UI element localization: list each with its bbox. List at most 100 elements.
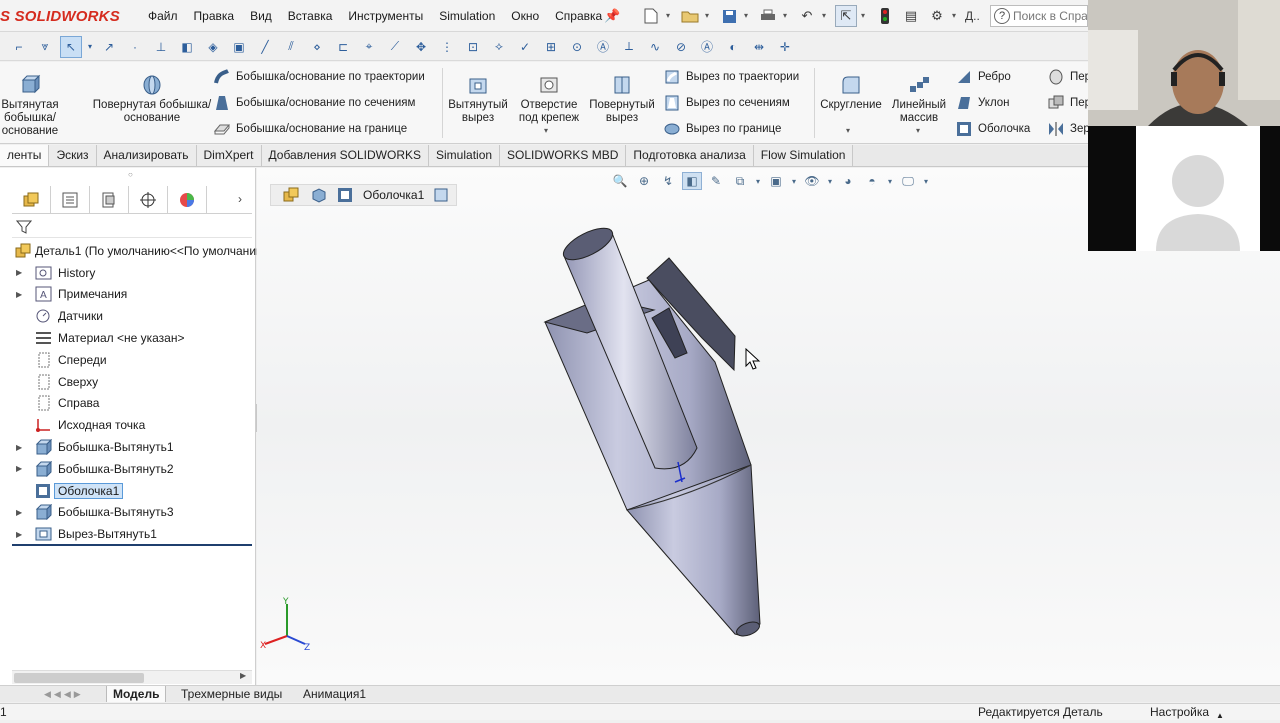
previous-view-icon[interactable]: ↯ — [658, 172, 678, 190]
chevron-down-icon[interactable]: ▾ — [922, 172, 930, 190]
line-icon[interactable]: ╱ — [254, 36, 276, 58]
pin-icon[interactable]: 📌 — [604, 8, 620, 24]
tab-flow-simulation[interactable]: Flow Simulation — [753, 145, 854, 166]
view-settings-icon[interactable]: 🖵 — [898, 172, 918, 190]
extend-icon[interactable]: ⟋ — [384, 36, 406, 58]
extrude-boss-button[interactable]: Вытянутая бобышка/основание — [0, 74, 70, 138]
point-icon[interactable]: · — [124, 36, 146, 58]
sketch-text-icon[interactable]: ⟂ — [618, 36, 640, 58]
chevron-down-icon[interactable]: ▾ — [861, 5, 870, 27]
axis-icon[interactable]: ⊥ — [150, 36, 172, 58]
linear-pattern-button[interactable]: Линейный массив — [888, 74, 950, 125]
breadcrumb-feature[interactable]: Оболочка1 — [363, 188, 424, 202]
extrude-cut-button[interactable]: Вытянутый вырез — [446, 74, 510, 125]
construction-icon[interactable]: ⋄ — [306, 36, 328, 58]
zoom-to-area-icon[interactable]: ⊕ — [634, 172, 654, 190]
tab-model[interactable]: Модель — [106, 686, 167, 702]
tree-item-top-plane[interactable]: Сверху — [0, 371, 256, 393]
intersect-button[interactable]: Пер — [1048, 95, 1091, 111]
tab-simulation[interactable]: Simulation — [429, 145, 501, 166]
chevron-down-icon[interactable]: ▾ — [754, 172, 762, 190]
offset-icon[interactable]: ⊏ — [332, 36, 354, 58]
tree-item-boss-extrude3[interactable]: ▶ Бобышка-Вытянуть3 — [0, 502, 256, 524]
status-customize[interactable]: Настройка — [1150, 705, 1209, 720]
mirror-entities-icon[interactable]: ⫽ — [280, 36, 302, 58]
panel-grip-icon[interactable]: ○ — [128, 170, 133, 179]
dynamic-annotation-icon[interactable]: ✎ — [706, 172, 726, 190]
chevron-right-icon[interactable]: ▶ — [16, 268, 24, 277]
filter-icon[interactable]: ⩔ — [34, 36, 56, 58]
menu-file[interactable]: Файл — [140, 8, 186, 24]
tree-item-shell1[interactable]: Оболочка1 — [0, 480, 256, 502]
tab-sketch[interactable]: Эскиз — [49, 145, 97, 166]
zoom-to-fit-icon[interactable]: 🔍 — [610, 172, 630, 190]
undo-icon[interactable]: ↶ — [796, 5, 818, 27]
chevron-down-icon[interactable]: ▾ — [783, 5, 792, 27]
menu-simulation[interactable]: Simulation — [431, 8, 503, 24]
face-icon[interactable] — [434, 188, 448, 202]
sweep-cut-button[interactable]: Вырез по траектории — [664, 69, 799, 85]
chevron-right-icon[interactable]: › — [238, 192, 242, 206]
part-icon[interactable] — [283, 187, 301, 203]
more-label[interactable]: Д.. — [965, 5, 980, 27]
draft-button[interactable]: Уклон — [956, 95, 1010, 111]
options-gear-icon[interactable]: ⚙ — [926, 5, 948, 27]
fillet-button[interactable]: Скругление — [818, 74, 884, 112]
view-orientation-icon[interactable]: ⧉ — [730, 172, 750, 190]
tree-filter[interactable] — [12, 216, 252, 238]
tab-navigation-arrows[interactable]: ◀◀◀▶ — [38, 686, 100, 702]
copy-entity-icon[interactable]: ✛ — [774, 36, 796, 58]
tree-item-sensors[interactable]: Датчики — [0, 305, 256, 327]
tree-item-boss-extrude2[interactable]: ▶ Бобышка-Вытянуть2 — [0, 458, 256, 480]
smart-dimension-icon[interactable]: ⌐ — [8, 36, 30, 58]
trim-icon[interactable]: ⌖ — [358, 36, 380, 58]
chevron-right-icon[interactable]: ▶ — [16, 464, 24, 473]
body-icon[interactable] — [311, 187, 327, 203]
tree-item-origin[interactable]: Исходная точка — [0, 414, 256, 436]
chevron-down-icon[interactable]: ▾ — [86, 36, 94, 58]
tab-features[interactable]: ленты — [0, 145, 50, 166]
wrap-button[interactable]: Пер — [1048, 69, 1091, 85]
apply-scene-icon[interactable]: ◓ — [862, 172, 882, 190]
tab-dimxpert[interactable]: DimXpert — [196, 145, 262, 166]
dimxpert-manager-tab[interactable] — [129, 186, 168, 214]
hole-wizard-button[interactable]: Отверстие под крепеж — [513, 74, 585, 125]
render-icon[interactable]: Ⓐ — [696, 36, 718, 58]
menu-view[interactable]: Вид — [242, 8, 280, 24]
rib-button[interactable]: Ребро — [956, 69, 1011, 85]
check-icon[interactable]: ✓ — [514, 36, 536, 58]
chevron-down-icon[interactable]: ▾ — [544, 126, 548, 135]
cube-icon[interactable]: ▣ — [228, 36, 250, 58]
move-entity-icon[interactable]: ⇹ — [748, 36, 770, 58]
repair-icon[interactable]: ⟡ — [488, 36, 510, 58]
menu-tools[interactable]: Инструменты — [340, 8, 431, 24]
file-properties-icon[interactable]: ▤ — [900, 5, 922, 27]
chevron-down-icon[interactable]: ▾ — [666, 5, 675, 27]
spline-icon[interactable]: ∿ — [644, 36, 666, 58]
tab-evaluate[interactable]: Анализировать — [96, 145, 197, 166]
annotation-icon[interactable]: Ⓐ — [592, 36, 614, 58]
new-document-icon[interactable] — [640, 5, 662, 27]
hide-show-items-icon[interactable]: 👁 — [802, 172, 822, 190]
edit-appearance-icon[interactable]: ◕ — [838, 172, 858, 190]
relation-icon[interactable]: ⊡ — [462, 36, 484, 58]
revolve-boss-button[interactable]: Повернутая бобышка/основание — [92, 74, 212, 125]
menu-window[interactable]: Окно — [503, 8, 547, 24]
tree-item-history[interactable]: ▶ History — [0, 262, 256, 284]
tab-analysis-prep[interactable]: Подготовка анализа — [626, 145, 754, 166]
zoom-icon[interactable]: ⊙ — [566, 36, 588, 58]
chevron-down-icon[interactable]: ▾ — [744, 5, 753, 27]
chevron-down-icon[interactable]: ▾ — [705, 5, 714, 27]
tab-mbd[interactable]: SOLIDWORKS MBD — [500, 145, 627, 166]
open-folder-icon[interactable] — [679, 5, 701, 27]
tree-item-cut-extrude1[interactable]: ▶ Вырез-Вытянуть1 — [0, 523, 256, 545]
chevron-up-icon[interactable]: ▲ — [1216, 708, 1224, 723]
chevron-down-icon[interactable]: ▾ — [886, 172, 894, 190]
print-icon[interactable] — [757, 5, 779, 27]
scrollbar-thumb[interactable] — [14, 673, 144, 683]
chevron-down-icon[interactable]: ▾ — [790, 172, 798, 190]
menu-insert[interactable]: Вставка — [280, 8, 341, 24]
chevron-right-icon[interactable]: ▶ — [16, 290, 24, 299]
tree-root-part[interactable]: Деталь1 (По умолчанию<<По умолчанию>_Сос… — [0, 240, 306, 262]
shell-icon[interactable] — [337, 187, 353, 203]
